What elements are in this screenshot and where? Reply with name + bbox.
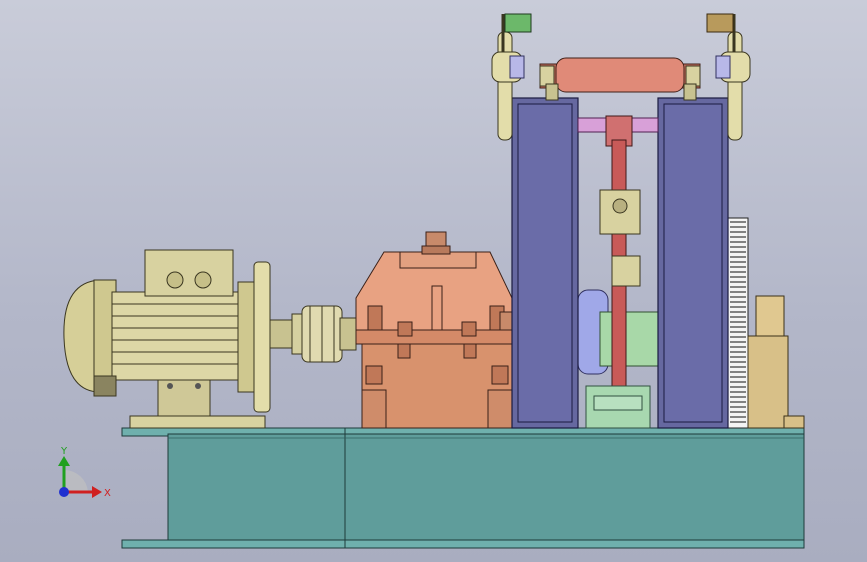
x-axis-arrow-head xyxy=(92,486,102,498)
y-axis-label: Y xyxy=(60,446,68,457)
y-axis-arrow-head xyxy=(58,456,70,466)
flexible-coupling[interactable] xyxy=(291,305,357,363)
roll-frame-right[interactable] xyxy=(657,97,729,429)
coordinate-triad: Y X xyxy=(58,446,111,499)
connecting-rod[interactable] xyxy=(585,115,651,429)
gear-rack[interactable] xyxy=(725,217,749,429)
z-axis-origin xyxy=(59,487,69,497)
roll-frame-left[interactable] xyxy=(511,97,579,429)
gearbox[interactable] xyxy=(355,231,515,429)
bearing-pedestal[interactable] xyxy=(747,295,805,429)
base-frame[interactable] xyxy=(121,427,805,549)
top-roller[interactable] xyxy=(539,57,701,101)
cad-viewport[interactable] xyxy=(0,0,867,562)
x-axis-label: X xyxy=(104,488,111,499)
